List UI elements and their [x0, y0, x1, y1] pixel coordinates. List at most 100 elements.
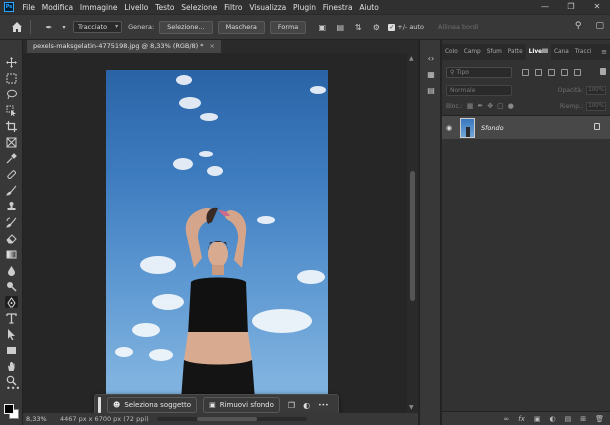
menu-item-livello[interactable]: Livello [121, 3, 152, 12]
forma-button[interactable]: Forma [269, 20, 307, 34]
path-selection-tool-icon[interactable] [5, 328, 18, 340]
new-group-icon[interactable]: ▤ [565, 415, 572, 423]
pen-tool-preset-icon[interactable]: ✒ [43, 21, 55, 33]
fill-field[interactable]: 100% [586, 101, 606, 111]
drag-handle[interactable] [98, 397, 101, 413]
brush-tool-icon[interactable] [5, 184, 18, 196]
selezione-button[interactable]: Selezione... [159, 20, 213, 34]
history-icon[interactable]: ▦ [426, 70, 436, 80]
crop-tool-icon[interactable] [5, 120, 18, 132]
gear-icon[interactable]: ⚙ [370, 21, 382, 33]
lock-pixels-icon[interactable]: ✒ [477, 102, 483, 110]
close-tab-icon[interactable]: × [210, 40, 215, 53]
layer-style-icon[interactable]: fx [518, 415, 525, 423]
smart-object-filter-icon[interactable] [574, 68, 581, 76]
photoshop-logo-icon[interactable]: Ps [4, 2, 14, 12]
lock-position-icon[interactable]: ✥ [487, 102, 493, 110]
menu-item-visualizza[interactable]: Visualizza [246, 3, 290, 12]
layer-kind-filter[interactable]: ⚲ Tipo [446, 66, 512, 78]
link-layers-icon[interactable]: ∞ [503, 415, 509, 423]
pen-tool-icon[interactable] [5, 296, 18, 308]
gradient-tool-icon[interactable] [5, 248, 18, 260]
menu-item-filtro[interactable]: Filtro [221, 3, 246, 12]
menu-item-finestra[interactable]: Finestra [319, 3, 356, 12]
scrollbar-thumb[interactable] [410, 171, 415, 301]
new-layer-icon[interactable]: ⊞ [580, 415, 586, 423]
maschera-button[interactable]: Maschera [217, 20, 265, 34]
tab-livelli[interactable]: Livelli [525, 44, 552, 60]
select-subject-button[interactable]: ☻ Seleziona soggetto [107, 397, 198, 413]
document-image[interactable] [106, 70, 328, 413]
workspace-icon[interactable]: ▢ [595, 21, 604, 31]
panel-menu-icon[interactable]: ≡ [601, 44, 607, 60]
type-tool-icon[interactable] [5, 312, 18, 324]
transform-icon[interactable]: ❐ [288, 401, 295, 410]
auto-add-delete-checkbox[interactable]: ✓ +/- auto [388, 23, 424, 31]
lock-icon[interactable] [594, 123, 600, 130]
chevron-down-icon[interactable]: ▾ [61, 21, 67, 33]
lock-all-icon[interactable]: ● [508, 102, 514, 110]
menu-item-aiuto[interactable]: Aiuto [356, 3, 382, 12]
eraser-tool-icon[interactable] [5, 232, 18, 244]
tab-canali[interactable]: Cana [551, 44, 572, 60]
menu-item-testo[interactable]: Testo [152, 3, 178, 12]
adjustment-icon[interactable]: ◐ [303, 401, 310, 410]
tab-tracciati[interactable]: Tracci [572, 44, 595, 60]
blur-tool-icon[interactable] [5, 264, 18, 276]
menu-item-plugin[interactable]: Plugin [290, 3, 320, 12]
remove-background-button[interactable]: ▣ Rimuovi sfondo [203, 397, 280, 413]
path-operations-icon[interactable]: ▣ [316, 21, 328, 33]
eye-icon[interactable]: ◉ [446, 124, 456, 132]
add-mask-icon[interactable]: ▣ [534, 415, 541, 423]
tab-pattern[interactable]: Patte [505, 44, 526, 60]
close-icon[interactable]: ✕ [584, 0, 610, 14]
eyedropper-tool-icon[interactable] [5, 152, 18, 164]
clone-stamp-tool-icon[interactable] [5, 200, 18, 212]
rectangle-tool-icon[interactable] [5, 344, 18, 356]
restore-icon[interactable]: ❐ [558, 0, 584, 14]
shape-layer-filter-icon[interactable] [561, 68, 568, 76]
pen-mode-select[interactable]: Tracciato [73, 21, 123, 33]
canvas-area[interactable] [23, 53, 407, 413]
minimize-icon[interactable]: — [532, 0, 558, 14]
adjustment-layer-filter-icon[interactable] [535, 68, 542, 76]
menu-item-selezione[interactable]: Selezione [178, 3, 221, 12]
opacity-field[interactable]: 100% [586, 85, 606, 95]
search-icon[interactable]: ⚲ [575, 21, 582, 31]
adjustment-layer-icon[interactable]: ◐ [550, 415, 556, 423]
expand-panels-icon[interactable]: ‹› [426, 54, 436, 64]
more-tools-icon[interactable]: ••• [6, 384, 20, 393]
home-icon[interactable] [10, 20, 24, 34]
object-selection-tool-icon[interactable] [5, 104, 18, 116]
horizontal-scrollbar[interactable] [156, 417, 307, 421]
menu-item-file[interactable]: File [19, 3, 38, 12]
foreground-color-swatch[interactable] [4, 404, 14, 414]
tab-sfumature[interactable]: Sfum [484, 44, 505, 60]
comments-icon[interactable]: ▤ [426, 86, 436, 96]
layer-row[interactable]: ◉ Sfondo [442, 116, 610, 139]
path-alignment-icon[interactable]: ▤ [334, 21, 346, 33]
lasso-tool-icon[interactable] [5, 88, 18, 100]
type-layer-filter-icon[interactable] [548, 68, 555, 76]
history-brush-tool-icon[interactable] [5, 216, 18, 228]
menu-item-modifica[interactable]: Modifica [38, 3, 76, 12]
more-options-icon[interactable]: ••• [318, 402, 329, 409]
pixel-layer-filter-icon[interactable] [522, 68, 529, 76]
tab-colore[interactable]: Colo [442, 44, 461, 60]
spot-healing-tool-icon[interactable] [5, 168, 18, 180]
path-arrangement-icon[interactable]: ⇅ [352, 21, 364, 33]
tab-campioni[interactable]: Camp [461, 44, 484, 60]
scroll-up-icon[interactable]: ▲ [409, 55, 414, 62]
scroll-down-icon[interactable]: ▼ [409, 404, 414, 411]
lock-artboard-icon[interactable]: ▢ [497, 102, 504, 110]
layer-name[interactable]: Sfondo [481, 124, 504, 132]
frame-tool-icon[interactable] [5, 136, 18, 148]
hand-tool-icon[interactable] [5, 360, 18, 372]
menu-item-immagine[interactable]: Immagine [76, 3, 120, 12]
zoom-level[interactable]: 8,33% [26, 415, 60, 423]
move-tool-icon[interactable] [5, 56, 18, 68]
lock-transparent-icon[interactable]: ▦ [467, 102, 474, 110]
dodge-tool-icon[interactable] [5, 280, 18, 292]
trash-icon[interactable]: 🗑 [595, 415, 604, 423]
document-tab[interactable]: pexels-maksgelatin-4775198.jpg @ 8,33% (… [27, 40, 221, 53]
